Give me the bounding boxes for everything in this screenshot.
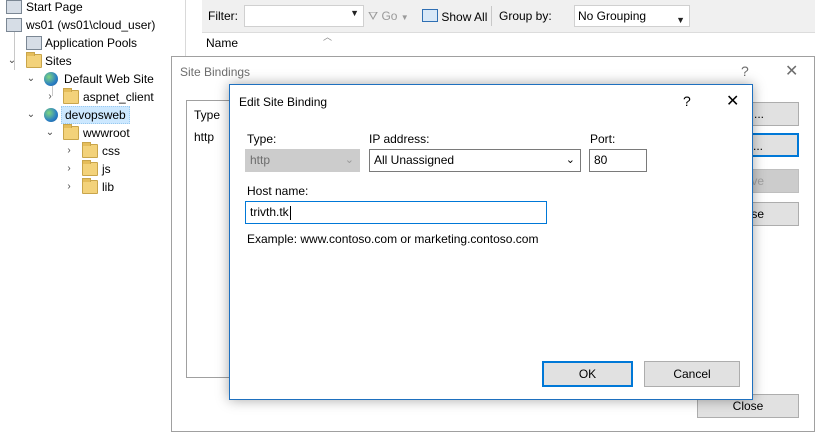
show-all-button[interactable]: Show All [422,9,487,24]
ok-button[interactable]: OK [542,361,633,387]
sort-arrow-icon: ︿ [323,32,333,42]
dropdown-arrow-icon: ▼ [400,13,409,22]
collapse-chevron-icon[interactable]: ⌄ [26,70,36,88]
app-pools-icon [26,36,42,50]
expand-chevron-icon[interactable]: › [64,160,74,178]
ip-address-label: IP address: [369,132,430,146]
help-button[interactable]: ? [741,63,749,79]
host-name-label: Host name: [247,184,309,198]
folder-icon [82,178,98,194]
collapse-chevron-icon[interactable]: ⌄ [45,124,55,142]
tree-item-aspnet-client[interactable]: › aspnet_client [0,88,185,106]
dropdown-arrow-icon: ▼ [350,8,359,18]
type-label: Type: [247,132,277,146]
globe-icon [44,108,58,122]
binding-row-type[interactable]: http [194,130,214,144]
tree-item-application-pools[interactable]: Application Pools [0,34,185,52]
tree-item-start-page[interactable]: Start Page [0,0,185,16]
host-name-example: Example: www.contoso.com or marketing.co… [247,232,539,246]
chevron-down-icon: ⌄ [344,154,354,166]
dialog-title: Edit Site Binding [239,95,328,109]
help-button[interactable]: ? [683,93,691,109]
dropdown-arrow-icon: ▼ [676,15,685,25]
tree-item-default-web-site[interactable]: ⌄ Default Web Site [0,70,185,88]
dialog-title: Site Bindings [180,65,251,79]
close-icon[interactable]: ✕ [785,61,798,81]
tree-item-devopsweb[interactable]: ⌄ devopsweb [0,106,185,124]
show-all-icon [422,9,438,22]
ip-address-select[interactable]: All Unassigned ⌄ [369,149,581,172]
expand-chevron-icon[interactable]: › [64,142,74,160]
tree-item-js[interactable]: › js [0,160,185,178]
go-button[interactable]: ⛛ Go ▼ [368,9,409,25]
start-page-icon [6,0,22,14]
filter-bar: Filter: ▼ ⛛ Go ▼ Show All Group by: No G… [202,0,815,33]
type-select: http ⌄ [245,149,360,172]
globe-icon [44,72,58,86]
close-icon[interactable]: ✕ [726,91,739,111]
expand-chevron-icon[interactable]: › [45,88,55,106]
name-column-header[interactable]: Name [206,36,238,50]
collapse-chevron-icon[interactable]: ⌄ [7,52,17,70]
folder-icon [82,160,98,176]
filter-input[interactable]: ▼ [244,5,364,27]
connections-tree: Start Page ws01 (ws01\cloud_user) Applic… [0,0,185,432]
sites-folder-icon [26,52,42,68]
tree-item-server[interactable]: ws01 (ws01\cloud_user) [0,16,185,34]
port-label: Port: [590,132,616,146]
edit-site-binding-dialog: Edit Site Binding ? ✕ Type: http ⌄ IP ad… [229,84,753,400]
folder-icon [63,88,79,104]
tree-item-wwwroot[interactable]: ⌄ wwwroot [0,124,185,142]
collapse-chevron-icon[interactable]: ⌄ [26,106,36,124]
folder-icon [82,142,98,158]
funnel-icon: ⛛ [368,9,379,23]
filter-label: Filter: [208,9,238,23]
group-by-select[interactable]: No Grouping ▼ [574,5,690,27]
tree-item-sites[interactable]: ⌄ Sites [0,52,185,70]
text-caret [289,205,291,220]
tree-item-lib[interactable]: › lib [0,178,185,196]
chevron-down-icon: ⌄ [565,154,575,166]
server-icon [6,18,22,32]
group-by-label: Group by: [499,9,552,23]
separator [491,6,492,26]
expand-chevron-icon[interactable]: › [64,178,74,196]
type-column-header[interactable]: Type [194,108,220,122]
cancel-button[interactable]: Cancel [644,361,740,387]
host-name-field[interactable]: trivth.tk [245,201,547,224]
port-field[interactable]: 80 [589,149,647,172]
folder-icon [63,124,79,140]
tree-item-css[interactable]: › css [0,142,185,160]
